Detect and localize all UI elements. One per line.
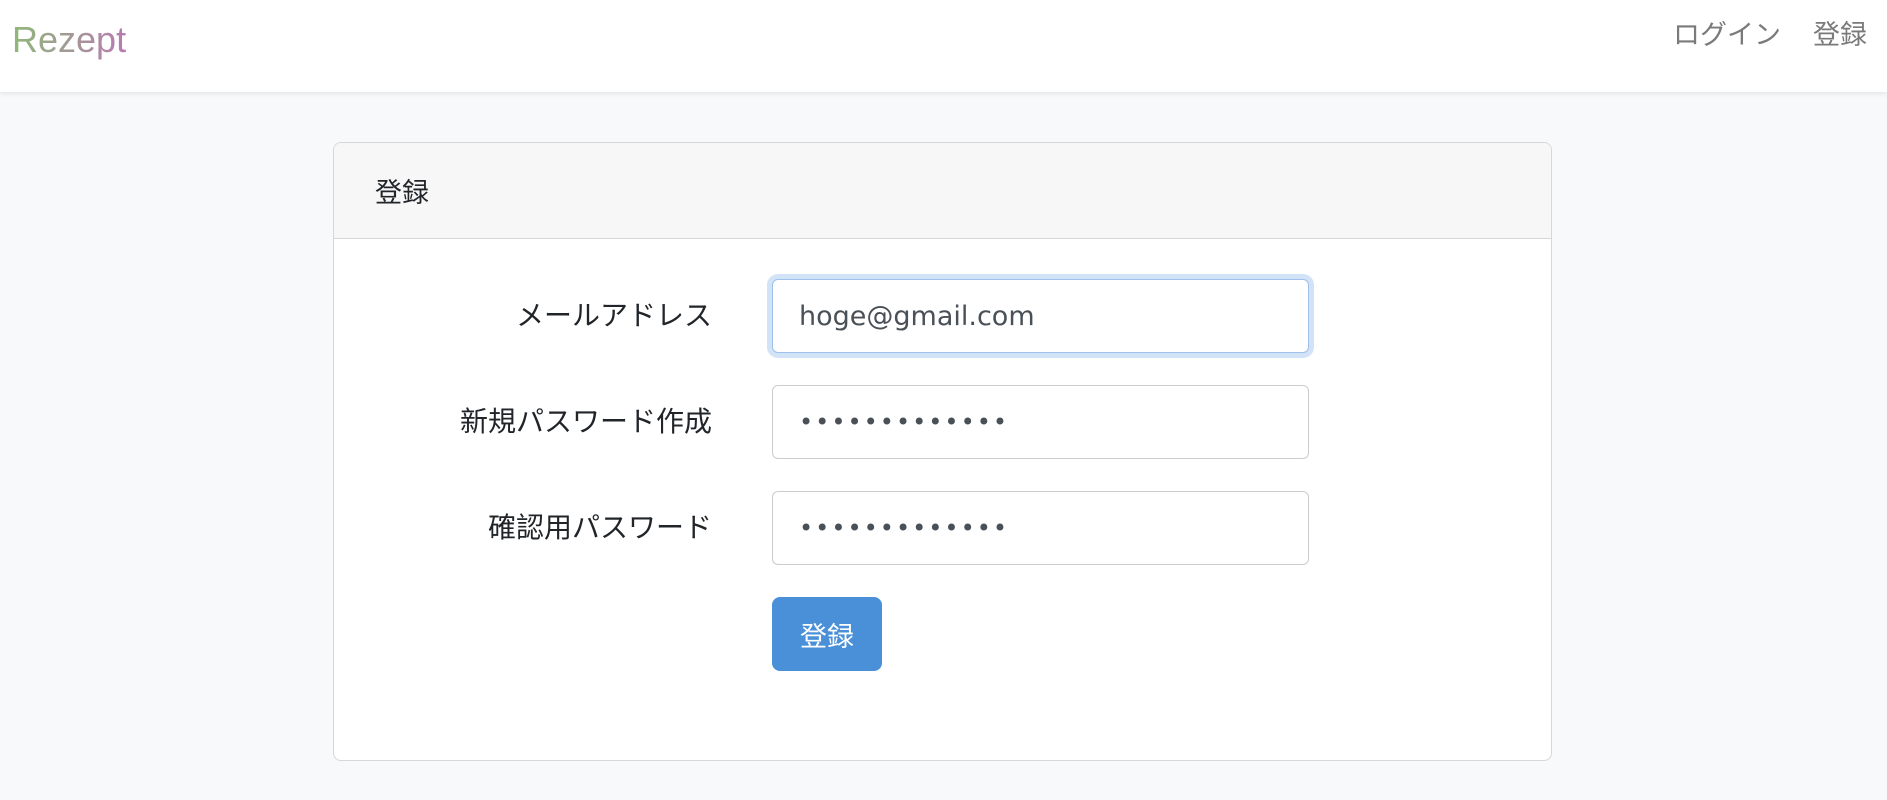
confirm-password-label: 確認用パスワード [487, 511, 712, 544]
register-card: 登録 メールアドレス 新規パスワード作成 確認用パスワード 登録 [333, 142, 1552, 761]
new-password-field[interactable] [772, 385, 1309, 459]
confirm-password-row: 確認用パスワード [334, 491, 1551, 565]
brand-logo[interactable]: Rezept [12, 18, 126, 62]
navbar: Rezept ログイン 登録 [0, 0, 1887, 92]
new-password-label: 新規パスワード作成 [459, 405, 712, 438]
nav-links: ログイン 登録 [1673, 18, 1867, 54]
nav-login-link[interactable]: ログイン [1673, 18, 1781, 54]
email-field[interactable] [772, 279, 1309, 353]
email-row: メールアドレス [334, 279, 1551, 353]
email-label: メールアドレス [515, 299, 712, 332]
new-password-row: 新規パスワード作成 [334, 385, 1551, 459]
card-header: 登録 [334, 143, 1551, 239]
card-title: 登録 [375, 178, 429, 209]
nav-register-link[interactable]: 登録 [1813, 18, 1867, 54]
register-submit-button[interactable]: 登録 [772, 597, 882, 671]
confirm-password-field[interactable] [772, 491, 1309, 565]
